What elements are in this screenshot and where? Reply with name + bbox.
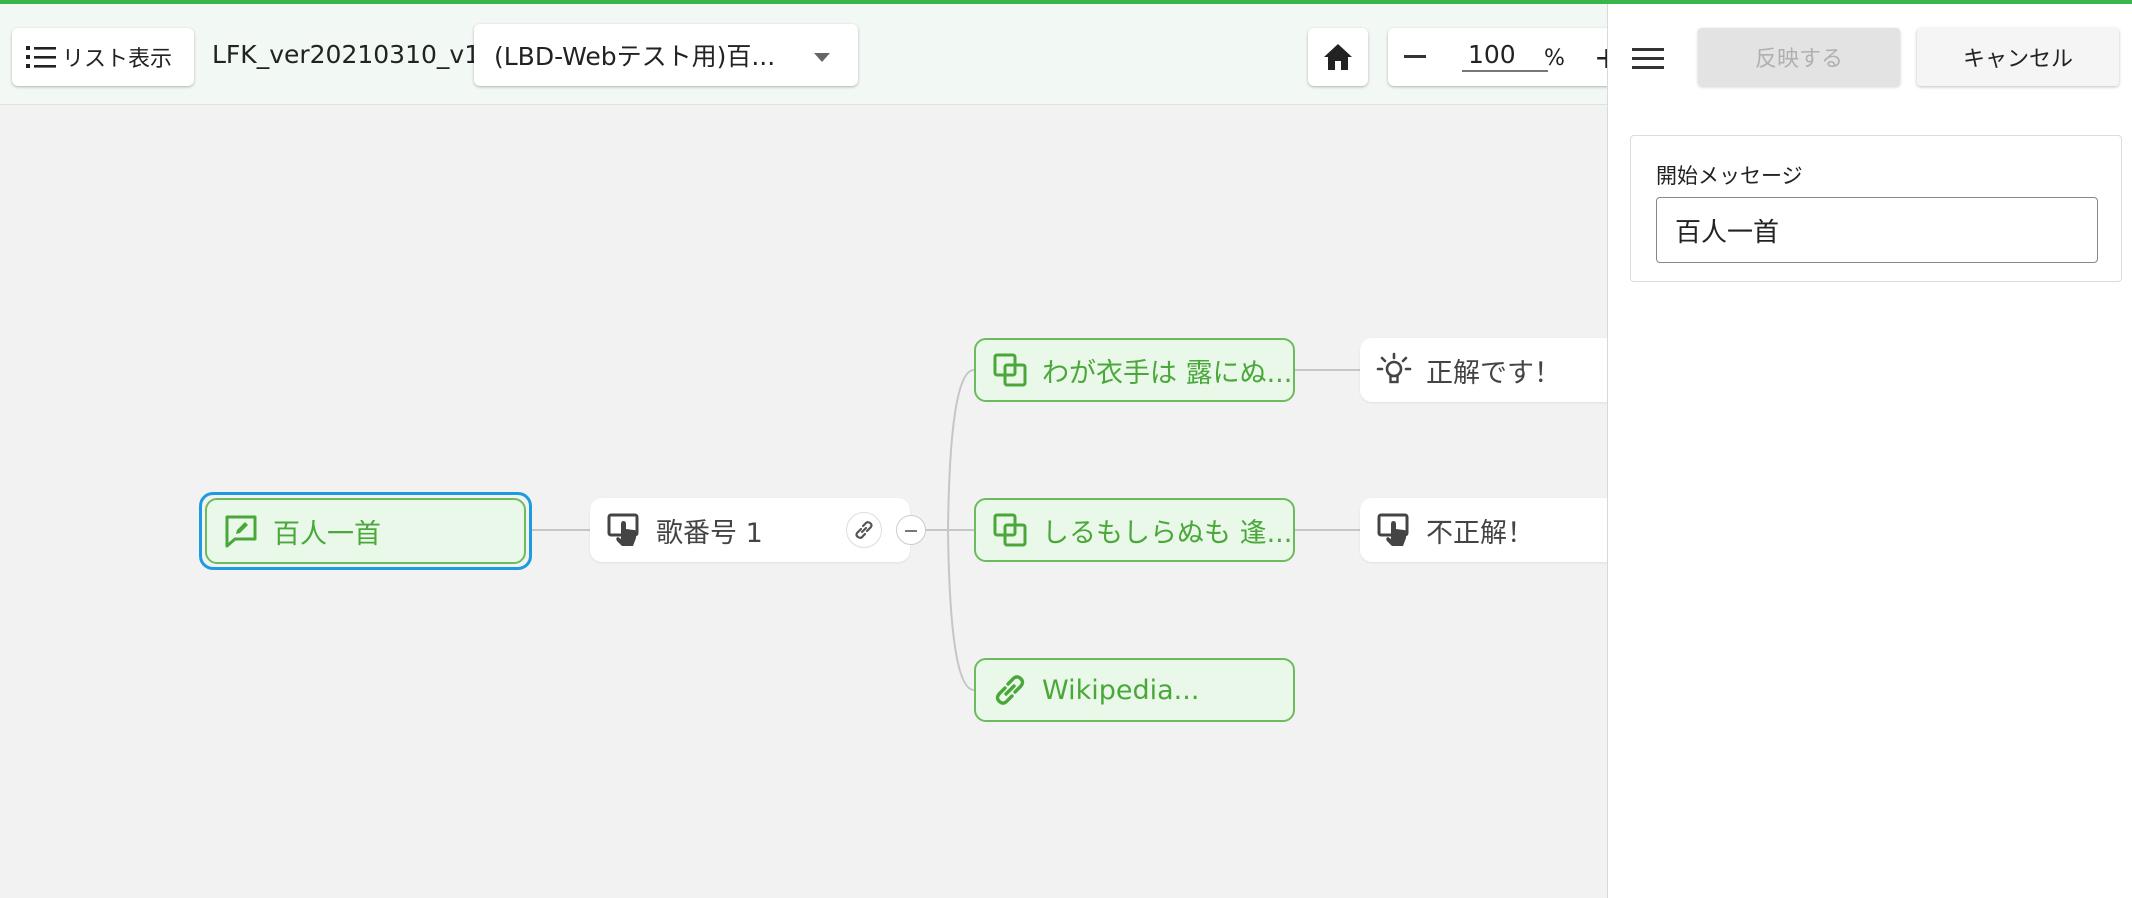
list-view-label: リスト表示: [62, 47, 173, 72]
option-node[interactable]: しるもしらぬも 逢...: [974, 498, 1295, 562]
start-message-node[interactable]: 百人一首: [205, 498, 526, 564]
scenario-select[interactable]: (LBD-Webテスト用)百...: [474, 24, 858, 86]
result-label: 不正解！: [1426, 517, 1534, 549]
collapse-button[interactable]: [896, 515, 926, 545]
touch-screen-icon: [607, 513, 639, 546]
link-icon: [995, 675, 1025, 705]
start-message-field-label: 開始メッセージ: [1656, 164, 1803, 188]
link-button[interactable]: [846, 512, 882, 548]
properties-panel: 反映する キャンセル 開始メッセージ: [1607, 4, 2132, 898]
lightbulb-icon: [1376, 352, 1412, 384]
file-name: LFK_ver20210310_v1: [212, 40, 481, 69]
zoom-input[interactable]: 100: [1462, 40, 1548, 72]
zoom-out-button[interactable]: [1404, 55, 1426, 58]
option-label: わが衣手は 露にぬ...: [1042, 357, 1293, 389]
touch-screen-icon: [1377, 513, 1409, 546]
list-icon: [26, 46, 56, 68]
top-accent-bar: [0, 0, 2132, 4]
result-label: 正解です！: [1426, 357, 1561, 389]
flow-canvas[interactable]: 百人一首 歌番号 1 わが衣手は 露にぬ... しるもしらぬも 逢... Wik…: [0, 106, 1620, 898]
start-message-input[interactable]: [1656, 197, 2098, 263]
option-label: しるもしらぬも 逢...: [1042, 517, 1293, 549]
home-icon: [1324, 44, 1352, 70]
option-label: Wikipedia...: [1042, 674, 1200, 706]
option-icon: [993, 513, 1027, 547]
link-icon: [855, 521, 873, 539]
question-label: 歌番号 1: [656, 517, 763, 549]
start-message-label: 百人一首: [273, 518, 381, 550]
result-node-incorrect[interactable]: 不正解！: [1360, 498, 1620, 562]
list-view-button[interactable]: リスト表示: [12, 28, 194, 86]
toolbar: リスト表示 LFK_ver20210310_v1 (LBD-Webテスト用)百.…: [0, 4, 1638, 105]
scenario-select-value: (LBD-Webテスト用)百...: [494, 42, 776, 71]
start-message-card: 開始メッセージ: [1630, 135, 2122, 282]
apply-button[interactable]: 反映する: [1698, 28, 1900, 86]
option-node[interactable]: わが衣手は 露にぬ...: [974, 338, 1295, 402]
cancel-button[interactable]: キャンセル: [1917, 28, 2119, 86]
option-node[interactable]: Wikipedia...: [974, 658, 1295, 722]
menu-icon[interactable]: [1632, 48, 1664, 70]
message-edit-icon: [225, 515, 257, 548]
home-button[interactable]: [1308, 28, 1368, 86]
zoom-unit: %: [1544, 46, 1565, 71]
dropdown-caret-icon: [814, 53, 830, 62]
option-icon: [993, 353, 1027, 387]
result-node-correct[interactable]: 正解です！: [1360, 338, 1620, 402]
